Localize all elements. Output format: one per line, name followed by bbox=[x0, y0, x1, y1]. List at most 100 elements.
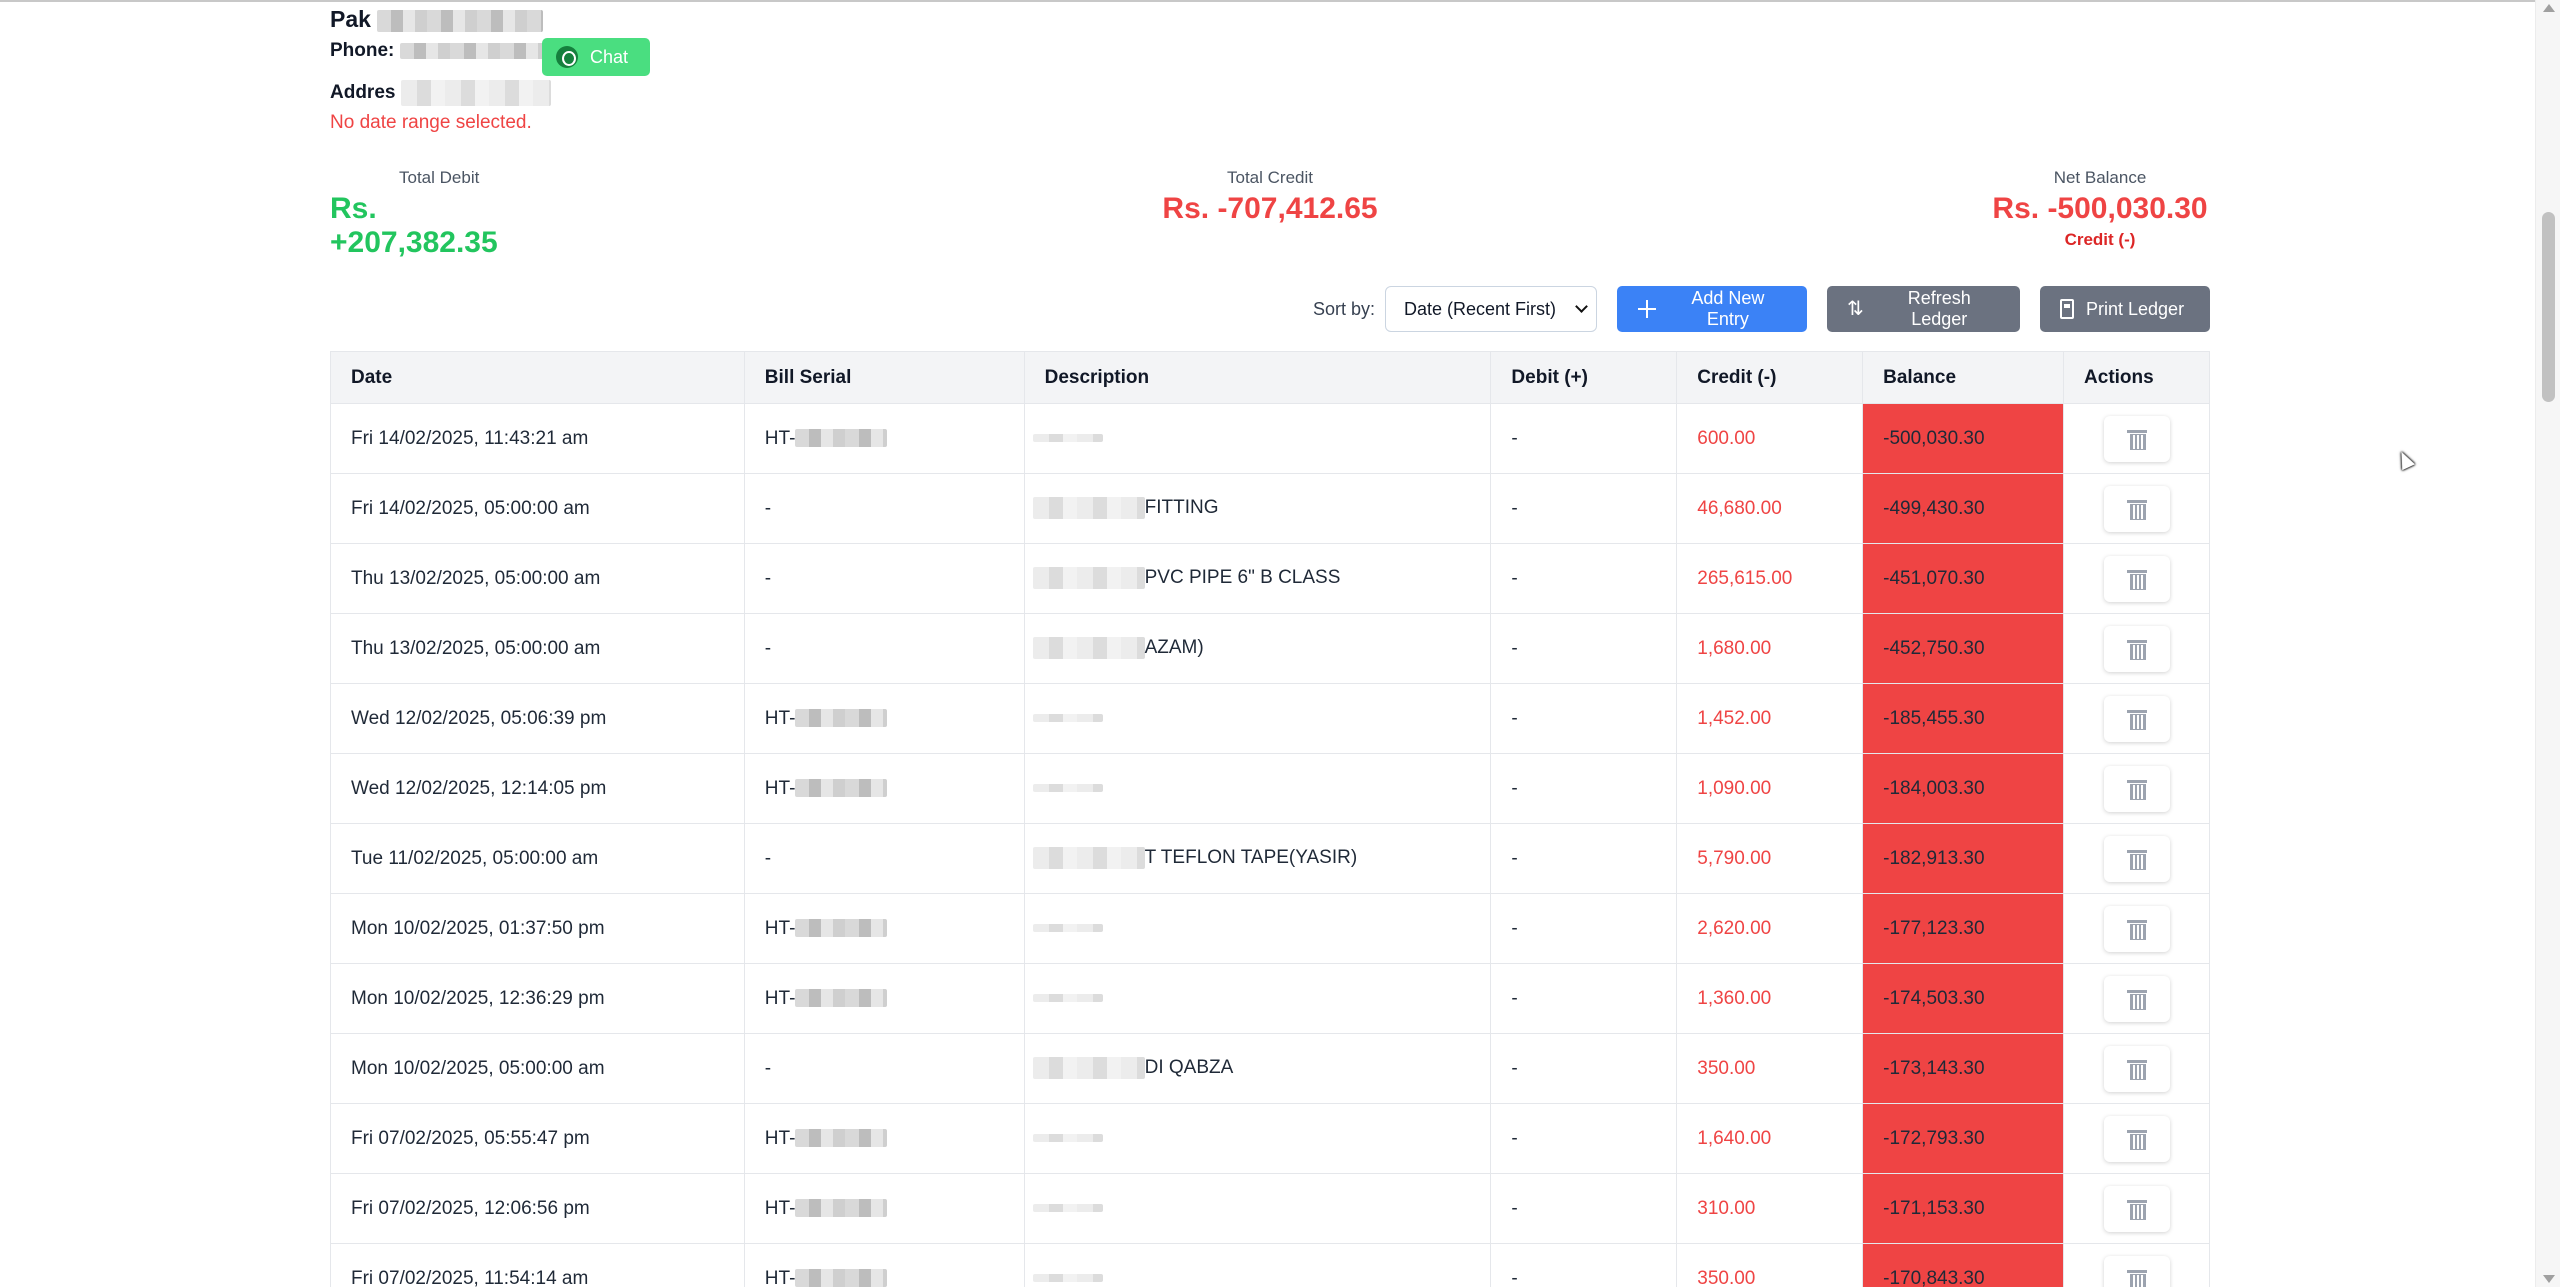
row-description bbox=[1023, 403, 1492, 474]
row-date: Thu 13/02/2025, 05:00:00 am bbox=[330, 613, 745, 684]
header-actions: Actions bbox=[2063, 351, 2210, 404]
delete-entry-button[interactable] bbox=[2103, 625, 2170, 672]
add-new-entry-button[interactable]: Add New Entry bbox=[1617, 286, 1807, 332]
row-date: Fri 07/02/2025, 05:55:47 pm bbox=[330, 1103, 745, 1174]
header-balance: Balance bbox=[1862, 351, 2065, 404]
delete-entry-button[interactable] bbox=[2103, 415, 2170, 462]
bill-serial-text: - bbox=[764, 497, 772, 519]
delete-entry-button[interactable] bbox=[2103, 1115, 2170, 1162]
ledger-row: Tue 11/02/2025, 05:00:00 am - T TEFLON TAP… bbox=[330, 823, 2210, 894]
ledger-row: Wed 12/02/2025, 12:14:05 pm HT- -1,090.00-… bbox=[330, 753, 2210, 824]
row-bill-serial: HT- bbox=[743, 963, 1025, 1034]
trash-icon bbox=[2126, 989, 2147, 1010]
scroll-down-arrow-icon[interactable] bbox=[2543, 1275, 2555, 1283]
delete-entry-button[interactable] bbox=[2103, 835, 2170, 882]
redacted-bill-serial bbox=[795, 429, 888, 448]
ledger-table: Date Bill Serial Description Debit (+) C… bbox=[330, 351, 2210, 1287]
scrollbar-thumb[interactable] bbox=[2542, 212, 2555, 402]
delete-entry-button[interactable] bbox=[2103, 975, 2170, 1022]
total-credit-value: Rs. -707,412.65 bbox=[1162, 192, 1378, 225]
redacted-phone bbox=[399, 42, 550, 59]
row-description: PVC PIPE 6" B CLASS bbox=[1023, 543, 1492, 614]
sort-select[interactable]: Date (Recent First) bbox=[1385, 286, 1597, 332]
header-credit: Credit (-) bbox=[1676, 351, 1864, 404]
row-date: Fri 14/02/2025, 11:43:21 am bbox=[330, 403, 745, 474]
scroll-up-arrow-icon[interactable] bbox=[2543, 4, 2555, 12]
row-bill-serial: HT- bbox=[743, 1173, 1025, 1244]
delete-entry-button[interactable] bbox=[2103, 905, 2170, 952]
chat-label: Chat bbox=[590, 46, 629, 67]
redacted-description bbox=[1032, 1134, 1103, 1143]
row-bill-serial: HT- bbox=[743, 893, 1025, 964]
net-balance-value: Rs. -500,030.30 bbox=[1992, 192, 2208, 225]
vertical-scrollbar[interactable] bbox=[2535, 0, 2560, 1287]
customer-name-text: Pak bbox=[330, 6, 371, 32]
delete-entry-button[interactable] bbox=[2103, 1045, 2170, 1092]
redacted-description bbox=[1032, 1057, 1145, 1080]
net-balance-type: Credit (-) bbox=[2064, 230, 2136, 249]
row-date: Thu 13/02/2025, 05:00:00 am bbox=[330, 543, 745, 614]
row-balance: -185,455.30 bbox=[1862, 683, 2065, 754]
trash-icon bbox=[2126, 569, 2147, 590]
description-text: PVC PIPE 6" B CLASS bbox=[1144, 567, 1341, 589]
bill-serial-text: HT- bbox=[764, 427, 796, 449]
row-balance: -171,153.30 bbox=[1862, 1173, 2065, 1244]
ledger-row: Fri 14/02/2025, 11:43:21 am HT- -600.00 -50… bbox=[330, 403, 2210, 474]
delete-entry-button[interactable] bbox=[2103, 555, 2170, 602]
row-debit: - bbox=[1490, 1243, 1678, 1287]
row-balance: -177,123.30 bbox=[1862, 893, 2065, 964]
row-description bbox=[1023, 683, 1492, 754]
row-debit: - bbox=[1490, 823, 1678, 894]
bill-serial-text: HT- bbox=[764, 1127, 796, 1149]
refresh-ledger-label: Refresh Ledger bbox=[1907, 288, 1971, 329]
whatsapp-chat-button[interactable]: Chat bbox=[542, 38, 650, 76]
row-description: FITTING bbox=[1023, 473, 1492, 544]
row-bill-serial: HT- bbox=[743, 1243, 1025, 1287]
ledger-row: Wed 12/02/2025, 05:06:39 pm HT- -1,452.00-… bbox=[330, 683, 2210, 754]
redacted-name bbox=[377, 9, 544, 32]
trash-icon bbox=[2126, 919, 2147, 940]
row-date: Mon 10/02/2025, 05:00:00 am bbox=[330, 1033, 745, 1104]
trash-icon bbox=[2126, 499, 2147, 520]
delete-entry-button[interactable] bbox=[2103, 485, 2170, 532]
header-date: Date bbox=[330, 351, 745, 404]
ledger-row: Mon 10/02/2025, 05:00:00 am - DI QABZA -350… bbox=[330, 1033, 2210, 1104]
phone-label: Phone: bbox=[330, 40, 395, 61]
row-credit: 5,790.00 bbox=[1676, 823, 1864, 894]
redacted-description bbox=[1032, 1274, 1103, 1283]
redacted-description bbox=[1032, 434, 1103, 443]
bill-serial-text: HT- bbox=[764, 707, 796, 729]
row-bill-serial: - bbox=[743, 543, 1025, 614]
total-credit-label: Total Credit bbox=[1227, 168, 1313, 187]
whatsapp-icon bbox=[556, 46, 578, 68]
row-credit: 310.00 bbox=[1676, 1173, 1864, 1244]
trash-icon bbox=[2126, 849, 2147, 870]
row-actions bbox=[2063, 473, 2210, 544]
row-debit: - bbox=[1490, 963, 1678, 1034]
bill-serial-text: HT- bbox=[764, 987, 796, 1009]
print-ledger-label: Print Ledger bbox=[2086, 298, 2185, 319]
row-actions bbox=[2063, 1243, 2210, 1287]
row-date: Fri 14/02/2025, 05:00:00 am bbox=[330, 473, 745, 544]
chevron-down-icon bbox=[1575, 300, 1588, 313]
row-debit: - bbox=[1490, 753, 1678, 824]
ledger-row: Mon 10/02/2025, 01:37:50 pm HT- -2,620.00-… bbox=[330, 893, 2210, 964]
redacted-description bbox=[1032, 784, 1103, 793]
row-bill-serial: - bbox=[743, 473, 1025, 544]
redacted-description bbox=[1032, 567, 1145, 590]
delete-entry-button[interactable] bbox=[2103, 1255, 2170, 1287]
print-ledger-button[interactable]: Print Ledger bbox=[2040, 286, 2210, 332]
bill-serial-text: HT- bbox=[764, 917, 796, 939]
delete-entry-button[interactable] bbox=[2103, 765, 2170, 812]
redacted-description bbox=[1032, 1204, 1103, 1213]
refresh-ledger-button[interactable]: Refresh Ledger bbox=[1827, 286, 2020, 332]
row-date: Mon 10/02/2025, 12:36:29 pm bbox=[330, 963, 745, 1034]
sort-select-value: Date (Recent First) bbox=[1404, 298, 1557, 319]
description-text: T TEFLON TAPE(YASIR) bbox=[1144, 847, 1358, 869]
delete-entry-button[interactable] bbox=[2103, 695, 2170, 742]
row-actions bbox=[2063, 543, 2210, 614]
row-balance: -499,430.30 bbox=[1862, 473, 2065, 544]
delete-entry-button[interactable] bbox=[2103, 1185, 2170, 1232]
row-debit: - bbox=[1490, 473, 1678, 544]
row-bill-serial: - bbox=[743, 823, 1025, 894]
